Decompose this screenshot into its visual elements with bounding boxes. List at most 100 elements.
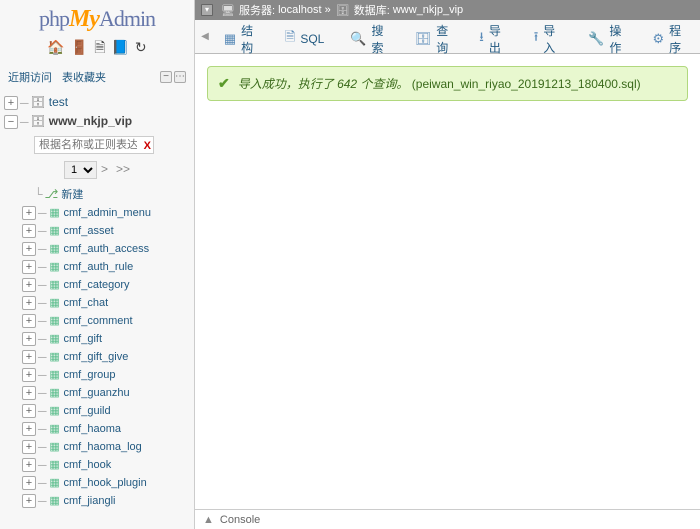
table-icon: ▦ — [49, 474, 61, 492]
table-icon: ▦ — [49, 258, 61, 276]
table-cmf_group[interactable]: cmf_group — [64, 366, 116, 384]
table-cmf_category[interactable]: cmf_category — [64, 276, 130, 294]
tab-search[interactable]: 🔍搜索 — [337, 24, 401, 53]
db-node-www_nkjp_vip[interactable]: www_nkjp_vip — [49, 114, 132, 128]
settings-icon[interactable]: ⋯ — [174, 71, 186, 83]
table-icon: ▦ — [49, 402, 61, 420]
console-bar[interactable]: ▲ Console — [195, 509, 700, 529]
tab-structure[interactable]: ▦结构 — [211, 24, 272, 53]
exit-icon[interactable]: 🚪 — [71, 39, 88, 56]
table-icon: ▦ — [49, 384, 61, 402]
table-cmf_admin_menu[interactable]: cmf_admin_menu — [64, 204, 151, 222]
search-icon: 🔍 — [350, 31, 366, 47]
expander-icon[interactable]: + — [22, 350, 36, 364]
tab-import[interactable]: ⭱导入 — [521, 24, 575, 53]
expander-icon[interactable]: − — [4, 115, 18, 129]
db-node-test[interactable]: test — [49, 95, 68, 109]
table-icon: ▦ — [49, 276, 61, 294]
db-icon: 🗄 — [31, 114, 46, 128]
tab-export[interactable]: ⭳导出 — [466, 24, 520, 53]
server-link[interactable]: localhost — [278, 4, 321, 16]
console-label: Console — [220, 514, 260, 526]
expander-icon[interactable]: + — [4, 96, 18, 110]
expander-icon[interactable]: + — [22, 440, 36, 454]
table-cmf_chat[interactable]: cmf_chat — [64, 294, 109, 312]
collapse-icon[interactable]: − — [160, 71, 172, 83]
table-icon: ▦ — [49, 492, 61, 510]
table-icon: ▦ — [49, 420, 61, 438]
expander-icon[interactable]: + — [22, 422, 36, 436]
import-icon: ⭱ — [534, 28, 539, 50]
message-text: 导入成功，执行了 642 个查询。 — [238, 75, 409, 92]
table-cmf_guild[interactable]: cmf_guild — [64, 402, 111, 420]
expander-icon[interactable]: + — [22, 242, 36, 256]
expander-icon[interactable]: + — [22, 278, 36, 292]
table-cmf_haoma[interactable]: cmf_haoma — [64, 420, 121, 438]
table-cmf_jiangli[interactable]: cmf_jiangli — [64, 492, 116, 510]
logo[interactable]: phpMyAdmin — [0, 0, 194, 35]
server-label: 服务器: — [239, 2, 275, 18]
console-toggle-icon[interactable]: ▲ — [203, 514, 214, 526]
expander-icon[interactable]: + — [22, 494, 36, 508]
expander-icon[interactable]: + — [22, 368, 36, 382]
expander-icon[interactable]: + — [22, 476, 36, 490]
routines-icon: ⚙ — [653, 31, 665, 47]
table-cmf_gift[interactable]: cmf_gift — [64, 330, 103, 348]
db-label: 数据库: — [354, 2, 390, 18]
sidebar: phpMyAdmin 🏠🚪🗎📘↻ 近期访问 表收藏夹 − ⋯ +─🗄test−─… — [0, 0, 195, 529]
table-cmf_comment[interactable]: cmf_comment — [64, 312, 133, 330]
table-cmf_gift_give[interactable]: cmf_gift_give — [64, 348, 129, 366]
filter-input[interactable] — [34, 136, 154, 154]
expander-icon[interactable]: + — [22, 224, 36, 238]
table-cmf_haoma_log[interactable]: cmf_haoma_log — [64, 438, 142, 456]
reload-icon[interactable]: ↻ — [135, 39, 147, 56]
table-icon: ▦ — [49, 348, 61, 366]
last-page[interactable]: >> — [116, 162, 130, 176]
sql-icon[interactable]: 🗎 — [94, 37, 105, 61]
table-cmf_hook_plugin[interactable]: cmf_hook_plugin — [64, 474, 147, 492]
table-cmf_guanzhu[interactable]: cmf_guanzhu — [64, 384, 130, 402]
table-cmf_auth_access[interactable]: cmf_auth_access — [64, 240, 150, 258]
page-select[interactable]: 1 — [64, 161, 97, 179]
db-tree: +─🗄test−─🗄www_nkjp_vipX1>>>└⎇新建+─▦cmf_ad… — [0, 89, 194, 529]
expander-icon[interactable]: + — [22, 386, 36, 400]
panel-toggle-icon[interactable]: ▾ — [201, 4, 213, 16]
db-link[interactable]: www_nkjp_vip — [393, 4, 463, 16]
table-icon: ▦ — [49, 240, 61, 258]
main: ▾ 🖥 服务器: localhost » 🗄 数据库: www_nkjp_vip… — [195, 0, 700, 529]
success-message: ✔ 导入成功，执行了 642 个查询。 (peiwan_win_riyao_20… — [207, 66, 688, 101]
table-icon: ▦ — [49, 204, 61, 222]
table-icon: ▦ — [49, 294, 61, 312]
recent-link[interactable]: 近期访问 — [8, 69, 52, 85]
tab-routines[interactable]: ⚙程序 — [640, 24, 700, 53]
favorites-link[interactable]: 表收藏夹 — [62, 69, 106, 85]
home-icon[interactable]: 🏠 — [47, 39, 64, 56]
next-page[interactable]: > — [101, 162, 108, 176]
expander-icon[interactable]: + — [22, 314, 36, 328]
new-icon: ⎇ — [45, 187, 59, 201]
db-icon: 🗄 — [336, 4, 350, 17]
expander-icon[interactable]: + — [22, 260, 36, 274]
tab-query[interactable]: 🗄查询 — [402, 24, 467, 53]
db-icon: 🗄 — [31, 95, 46, 109]
table-cmf_asset[interactable]: cmf_asset — [64, 222, 114, 240]
table-cmf_auth_rule[interactable]: cmf_auth_rule — [64, 258, 134, 276]
new-table-link[interactable]: 新建 — [61, 189, 83, 201]
expander-icon[interactable]: + — [22, 206, 36, 220]
tabs: ◀ ▦结构🗎SQL🔍搜索🗄查询⭳导出⭱导入🔧操作⚙程序 — [195, 20, 700, 54]
expander-icon[interactable]: + — [22, 458, 36, 472]
clear-icon[interactable]: X — [144, 137, 151, 155]
sidebar-toolbar: 🏠 🚪 🗎 📘 ↻ — [0, 35, 194, 67]
check-icon: ✔ — [218, 75, 230, 92]
table-cmf_hook[interactable]: cmf_hook — [64, 456, 112, 474]
table-icon: ▦ — [49, 366, 61, 384]
expander-icon[interactable]: + — [22, 296, 36, 310]
tab-operations[interactable]: 🔧操作 — [575, 24, 639, 53]
expander-icon[interactable]: + — [22, 404, 36, 418]
table-icon: ▦ — [49, 330, 61, 348]
expander-icon[interactable]: + — [22, 332, 36, 346]
docs-icon[interactable]: 📘 — [111, 39, 128, 56]
operations-icon: 🔧 — [588, 31, 604, 47]
tabs-collapse-icon[interactable]: ◀ — [199, 20, 211, 53]
tab-sql[interactable]: 🗎SQL — [272, 24, 337, 53]
